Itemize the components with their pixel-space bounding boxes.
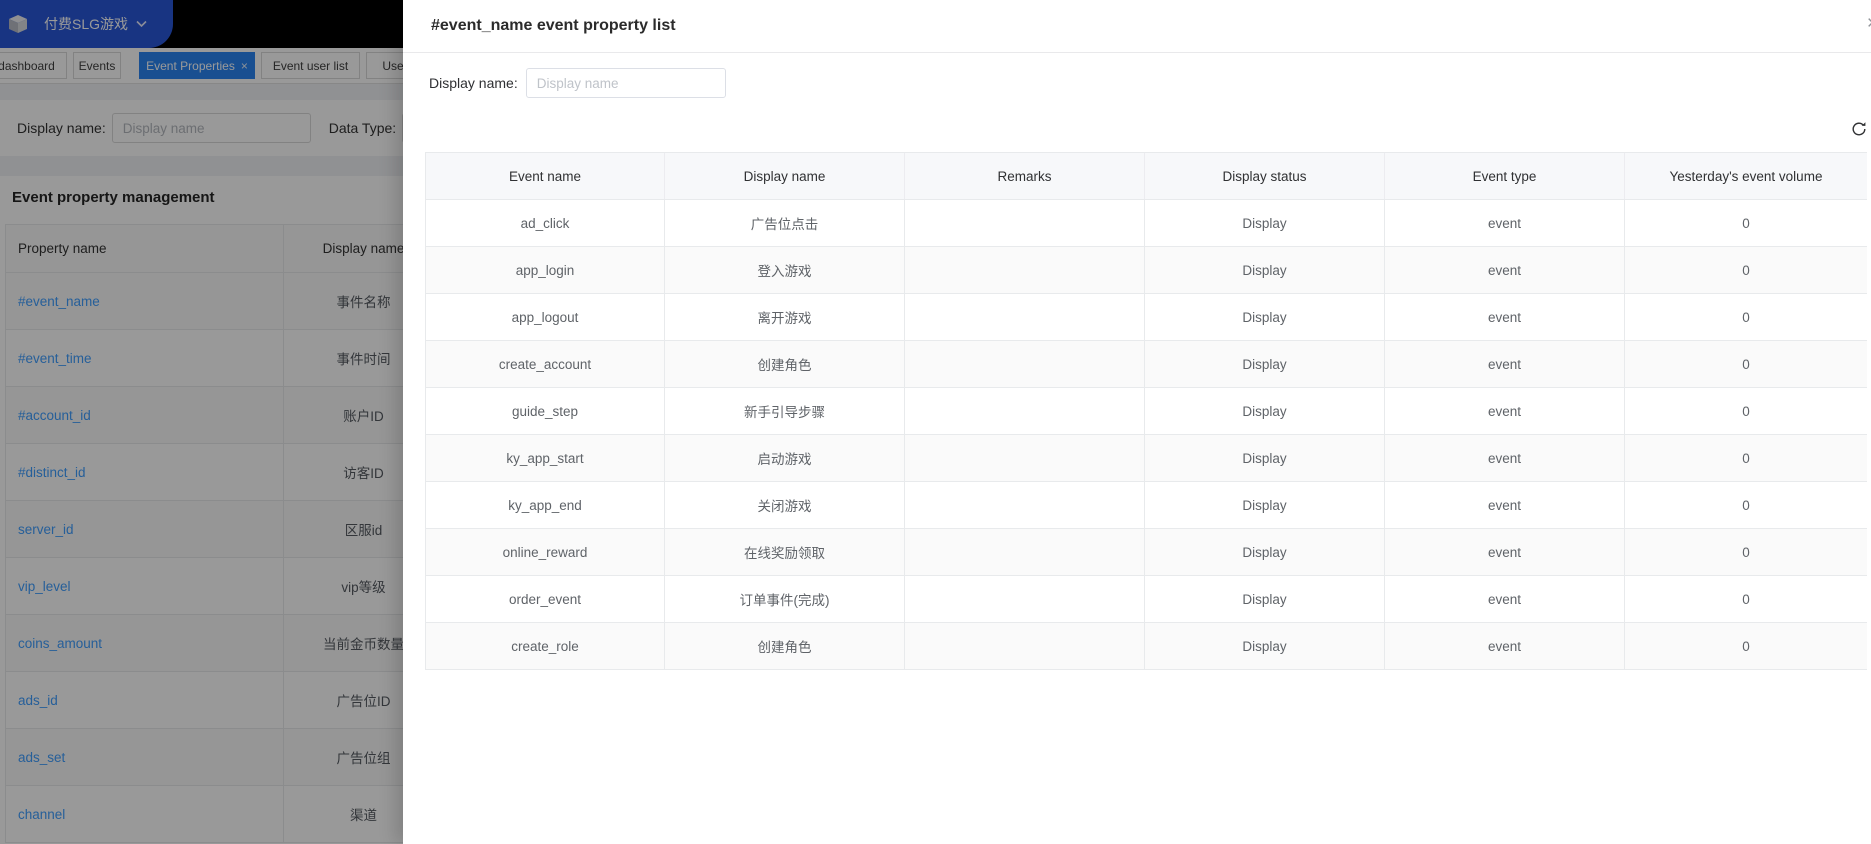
event-cell-display-status: Display [1145,341,1385,387]
event-col-yesterday-s-event-volume: Yesterday's event volume [1669,168,1823,184]
event-cell-display-name: 广告位点击 [665,200,905,246]
event-cell-remarks [905,247,1145,293]
event-table-body: ad_click 广告位点击 Display event 0 app_login 登入游戏 D… [425,200,1867,670]
event-cell-event-name: guide_step [425,388,665,434]
event-row: order_event 订单事件(完成) Display event 0 [425,576,1867,623]
event-cell-yesterday-volume: 0 [1742,215,1750,231]
event-cell-event-type: event [1385,576,1625,622]
event-cell-yesterday-volume: 0 [1742,544,1750,560]
event-row: create_role 创建角色 Display event 0 [425,623,1867,670]
drawer-title: #event_name event property list [431,17,676,34]
event-cell-display-name: 关闭游戏 [665,482,905,528]
event-row: app_logout 离开游戏 Display event 0 [425,294,1867,341]
event-cell-event-type: event [1385,482,1625,528]
drawer-header: #event_name event property list × [403,0,1871,53]
event-cell-display-name: 创建角色 [665,623,905,669]
event-cell-remarks [905,623,1145,669]
drawer-display-name-input[interactable] [525,68,726,98]
event-cell-remarks [905,576,1145,622]
event-row: app_login 登入游戏 Display event 0 [425,247,1867,294]
event-cell-yesterday-volume: 0 [1742,403,1750,419]
event-cell-remarks [905,341,1145,387]
event-col-display-status: Display status [1145,153,1385,199]
event-cell-yesterday-volume: 0 [1742,450,1750,466]
event-cell-remarks [905,200,1145,246]
event-cell-event-type: event [1385,529,1625,575]
event-cell-event-name: app_logout [425,294,665,340]
event-cell-display-status: Display [1145,294,1385,340]
event-cell-event-name: online_reward [425,529,665,575]
event-row: ky_app_end 关闭游戏 Display event 0 [425,482,1867,529]
event-cell-event-type: event [1385,247,1625,293]
event-cell-display-name: 新手引导步骤 [665,388,905,434]
event-col-display-name: Display name [665,153,905,199]
event-cell-remarks [905,388,1145,434]
event-table: Event name Display name Remarks Display sta… [425,152,1867,670]
app-root: 付费SLG游戏 dashboard Events Event Properties ×… [0,0,1871,844]
event-property-drawer: #event_name event property list × Displa… [403,0,1871,844]
event-cell-event-name: ky_app_end [425,482,665,528]
event-cell-yesterday-volume: 0 [1742,497,1750,513]
event-table-header: Event name Display name Remarks Display sta… [425,153,1867,200]
event-cell-yesterday-volume: 0 [1742,309,1750,325]
event-col-event-name: Event name [425,153,665,199]
event-cell-event-name: app_login [425,247,665,293]
refresh-icon[interactable] [1851,121,1867,137]
event-row: ky_app_start 启动游戏 Display event 0 [425,435,1867,482]
event-cell-display-name: 创建角色 [665,341,905,387]
drawer-display-name-label: Display name: [429,75,518,91]
event-cell-event-name: create_role [425,623,665,669]
event-cell-display-status: Display [1145,435,1385,481]
event-cell-yesterday-volume: 0 [1742,356,1750,372]
event-cell-display-status: Display [1145,576,1385,622]
event-cell-event-type: event [1385,294,1625,340]
event-cell-display-status: Display [1145,247,1385,293]
event-cell-event-name: ky_app_start [425,435,665,481]
event-cell-remarks [905,529,1145,575]
event-cell-event-name: ad_click [425,200,665,246]
event-cell-display-name: 启动游戏 [665,435,905,481]
event-cell-event-name: order_event [425,576,665,622]
event-row: ad_click 广告位点击 Display event 0 [425,200,1867,247]
event-col-event-type: Event type [1385,153,1625,199]
event-cell-event-type: event [1385,341,1625,387]
event-cell-display-status: Display [1145,482,1385,528]
event-cell-yesterday-volume: 0 [1742,591,1750,607]
event-cell-display-name: 离开游戏 [665,294,905,340]
event-cell-remarks [905,294,1145,340]
event-cell-display-name: 在线奖励领取 [665,529,905,575]
close-icon[interactable]: × [1867,14,1871,33]
event-cell-event-name: create_account [425,341,665,387]
drawer-filter-bar: Display name: [403,53,1871,113]
event-cell-display-status: Display [1145,623,1385,669]
event-cell-display-status: Display [1145,200,1385,246]
event-cell-event-type: event [1385,200,1625,246]
event-cell-yesterday-volume: 0 [1742,638,1750,654]
event-cell-yesterday-volume: 0 [1742,262,1750,278]
event-cell-event-type: event [1385,623,1625,669]
event-cell-event-type: event [1385,388,1625,434]
event-col-remarks: Remarks [905,153,1145,199]
event-cell-display-name: 订单事件(完成) [665,576,905,622]
event-cell-remarks [905,435,1145,481]
event-row: guide_step 新手引导步骤 Display event 0 [425,388,1867,435]
event-cell-display-status: Display [1145,529,1385,575]
event-row: create_account 创建角色 Display event 0 [425,341,1867,388]
event-cell-display-name: 登入游戏 [665,247,905,293]
event-cell-event-type: event [1385,435,1625,481]
event-cell-remarks [905,482,1145,528]
event-row: online_reward 在线奖励领取 Display event 0 [425,529,1867,576]
event-cell-display-status: Display [1145,388,1385,434]
